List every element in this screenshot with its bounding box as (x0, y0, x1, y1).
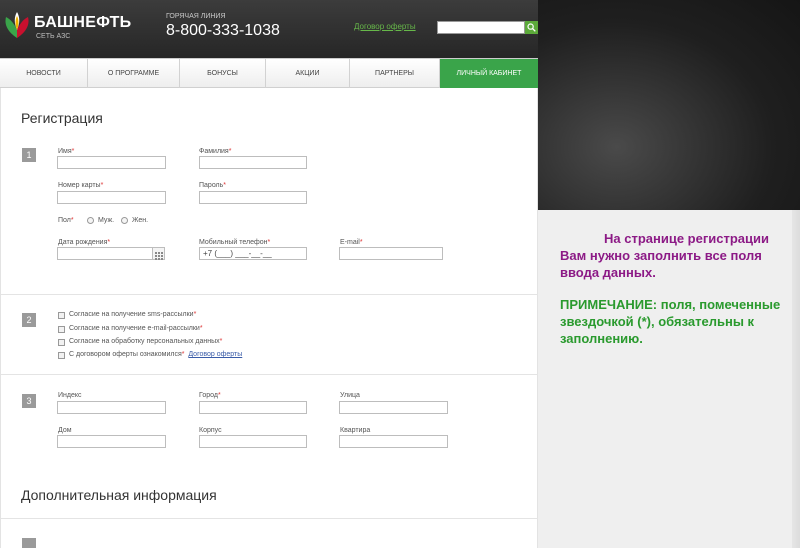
bashneft-logo-icon[interactable] (2, 10, 32, 40)
gender-male-label: Муж. (98, 217, 115, 224)
apartment-field[interactable] (339, 435, 448, 448)
nav-item-promotions[interactable]: АКЦИИ (266, 59, 350, 88)
last-name-label: Фамилия* (199, 148, 232, 155)
nav-item-personal-account[interactable]: ЛИЧНЫЙ КАБИНЕТ (440, 59, 538, 88)
city-field[interactable] (199, 401, 307, 414)
first-name-field[interactable] (57, 156, 166, 169)
note-panel-edge (792, 210, 800, 548)
main-nav: НОВОСТИ О ПРОГРАММЕ БОНУСЫ АКЦИИ ПАРТНЕР… (0, 58, 538, 88)
street-label: Улица (340, 392, 360, 399)
dark-backdrop (538, 0, 800, 210)
sms-consent-label: Согласие на получение sms-рассылки* (69, 311, 197, 318)
calendar-button[interactable] (152, 247, 165, 260)
step-number-3: 3 (22, 394, 36, 408)
hotline-label: ГОРЯЧАЯ ЛИНИЯ (166, 13, 226, 20)
offer-agreement-checkbox[interactable] (58, 352, 65, 359)
first-name-label: Имя* (58, 148, 75, 155)
birth-date-label: Дата рождения* (58, 239, 111, 246)
hotline-phone: 8-800-333-1038 (166, 22, 280, 39)
page-title: Регистрация (21, 110, 103, 126)
step-number-1: 1 (22, 148, 36, 162)
house-field[interactable] (57, 435, 166, 448)
step-number-2: 2 (22, 313, 36, 327)
search-input[interactable] (437, 21, 525, 34)
nav-item-news[interactable]: НОВОСТИ (0, 59, 88, 88)
nav-item-bonuses[interactable]: БОНУСЫ (180, 59, 266, 88)
section-divider (1, 294, 538, 295)
card-number-label: Номер карты* (58, 182, 104, 189)
password-field[interactable] (199, 191, 307, 204)
note-remark: ПРИМЕЧАНИЕ: поля, помеченные звездочкой … (560, 297, 781, 346)
nav-item-partners[interactable]: ПАРТНЕРЫ (350, 59, 440, 88)
mobile-phone-label: Мобильный телефон* (199, 239, 271, 246)
offer-contract-form-link[interactable]: Договор оферты (188, 351, 242, 358)
index-field[interactable] (57, 401, 166, 414)
building-label: Корпус (199, 427, 222, 434)
gender-female-radio[interactable] (121, 217, 128, 224)
brand-subtitle: СЕТЬ АЗС (36, 33, 71, 40)
note-line-1: На странице регистрации (604, 231, 769, 246)
gender-female-label: Жен. (132, 217, 149, 224)
last-name-field[interactable] (199, 156, 307, 169)
house-label: Дом (58, 427, 72, 434)
mobile-phone-field[interactable] (199, 247, 307, 260)
data-consent-label: Согласие на обработку персональных данны… (69, 338, 223, 345)
birth-date-field[interactable] (57, 247, 153, 260)
additional-info-title: Дополнительная информация (21, 487, 217, 503)
brand-name[interactable]: БАШНЕФТЬ (34, 14, 131, 32)
city-label: Город* (199, 392, 221, 399)
offer-agreement-label: С договором оферты ознакомился* Договор … (69, 351, 243, 358)
sms-consent-checkbox[interactable] (58, 312, 65, 319)
email-field[interactable] (339, 247, 443, 260)
gender-label: Пол* (58, 217, 74, 224)
gender-male-radio[interactable] (87, 217, 94, 224)
calendar-icon (155, 252, 163, 260)
site-header: БАШНЕФТЬ СЕТЬ АЗС ГОРЯЧАЯ ЛИНИЯ 8-800-33… (0, 0, 538, 58)
email-consent-label: Согласие на получение e-mail-рассылки* (69, 325, 203, 332)
search-button[interactable] (525, 21, 538, 34)
street-field[interactable] (339, 401, 448, 414)
email-consent-checkbox[interactable] (58, 326, 65, 333)
note-instruction: На странице регистрации Вам нужно заполн… (560, 230, 785, 281)
search-icon (527, 23, 536, 32)
section-divider (1, 374, 538, 375)
note-line-2: Вам нужно заполнить все поля ввода данны… (560, 248, 762, 280)
email-label: E-mail* (340, 239, 363, 246)
card-number-field[interactable] (57, 191, 166, 204)
registration-form: Регистрация 1 Имя* Фамилия* Номер карты*… (0, 88, 538, 548)
step-number-4 (22, 538, 36, 548)
data-consent-checkbox[interactable] (58, 339, 65, 346)
password-label: Пароль* (199, 182, 227, 189)
index-label: Индекс (58, 392, 82, 399)
nav-item-about[interactable]: О ПРОГРАММЕ (88, 59, 180, 88)
section-divider (1, 518, 538, 519)
building-field[interactable] (199, 435, 307, 448)
apartment-label: Квартира (340, 427, 371, 434)
offer-contract-link[interactable]: Договор оферты (354, 22, 416, 31)
